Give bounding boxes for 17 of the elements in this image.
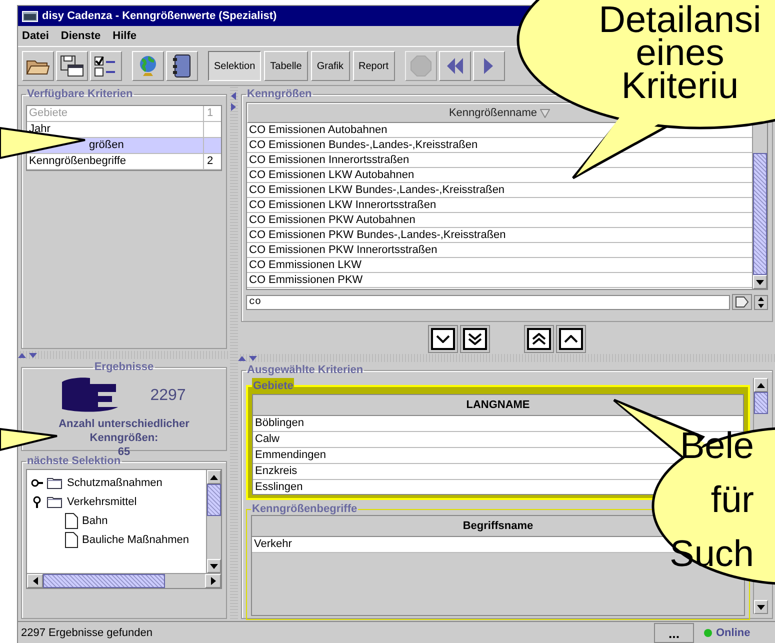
panel-title: Kenngrößenbegriffe	[251, 503, 358, 515]
criterion-count: 2	[206, 154, 214, 169]
status-message: 2297 Ergebnisse gefunden	[20, 627, 154, 639]
panel-title: Verfügbare Kriterien	[26, 88, 134, 100]
result-count: 2297	[150, 387, 186, 405]
panel-title: Ausgewählte Kriterien	[246, 364, 364, 376]
window-title: disy Cadenza - Kenngrößenwerte (Spezialist)	[42, 10, 277, 22]
result-label: Anzahl unterschiedlicher Kenngrößen:	[58, 417, 190, 445]
criterion-count: 1	[206, 106, 214, 121]
result-value: 65	[118, 445, 132, 458]
connection-status: Online	[716, 627, 750, 639]
criterion-name: Kenngrößenbegriffe	[27, 154, 204, 169]
panel-title: Ergebnisse	[93, 361, 155, 373]
panel-title: nächste Selektion	[26, 455, 121, 467]
criterion-name: Gebiete	[27, 106, 204, 121]
callout-text: Detailansi eines Kriteriu	[598, 0, 762, 106]
panel-title: Kenngrößen	[246, 88, 313, 100]
